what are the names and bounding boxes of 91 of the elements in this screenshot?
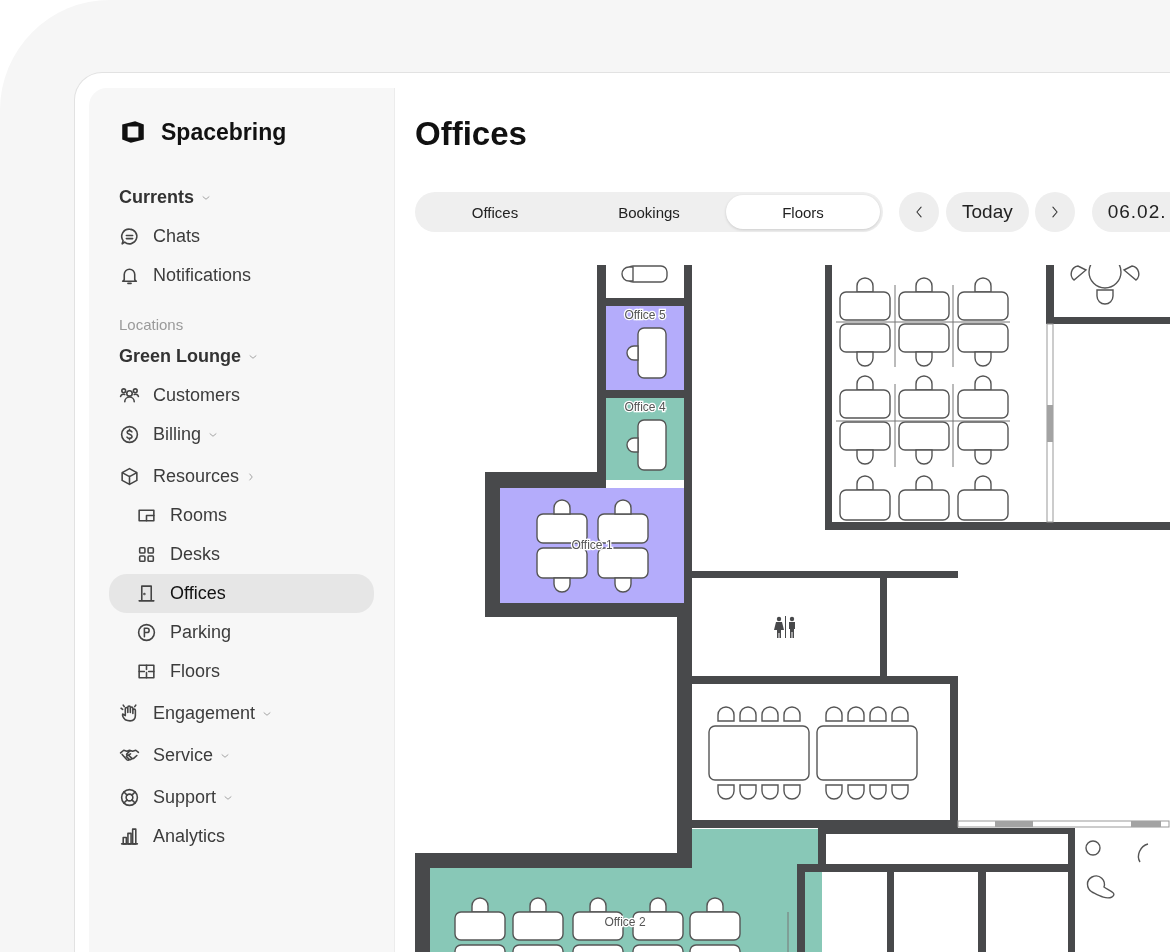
sidebar-item[interactable]: Support xyxy=(109,778,374,817)
office-label: Office 5 xyxy=(624,308,666,322)
logo-icon xyxy=(119,118,147,146)
sidebar-item[interactable]: Floors xyxy=(109,652,374,691)
chair xyxy=(739,706,757,722)
sidebar-item[interactable]: Green Lounge xyxy=(109,337,374,376)
tab[interactable]: Floors xyxy=(726,195,880,229)
chair xyxy=(856,277,874,293)
chair xyxy=(915,449,933,465)
restroom-icon xyxy=(774,616,795,638)
tab[interactable]: Bookings xyxy=(572,195,726,229)
sidebar-item[interactable]: Resources xyxy=(109,457,374,496)
sidebar-item[interactable]: Chats xyxy=(109,217,374,256)
chair xyxy=(706,897,724,913)
sidebar-item[interactable]: Analytics xyxy=(109,817,374,856)
chair xyxy=(717,784,735,800)
chair xyxy=(614,499,632,515)
chair xyxy=(783,784,801,800)
desk xyxy=(572,944,624,952)
chair xyxy=(974,351,992,367)
chair xyxy=(847,706,865,722)
chair xyxy=(869,706,887,722)
chair xyxy=(974,277,992,293)
chair xyxy=(856,351,874,367)
chair xyxy=(891,784,909,800)
chair xyxy=(915,277,933,293)
chair xyxy=(915,475,933,491)
chair xyxy=(1123,265,1140,281)
sidebar-item[interactable]: Offices xyxy=(109,574,374,613)
parking-icon xyxy=(136,622,157,643)
chair xyxy=(856,449,874,465)
chair xyxy=(891,706,909,722)
chair xyxy=(915,375,933,391)
chair xyxy=(974,449,992,465)
chair xyxy=(761,784,779,800)
tab[interactable]: Offices xyxy=(418,195,572,229)
section-label: Locations xyxy=(118,315,185,335)
chair xyxy=(649,897,667,913)
office-label: Office 4 xyxy=(624,400,666,414)
chair xyxy=(553,499,571,515)
desk xyxy=(632,944,684,952)
sidebar-item[interactable]: Parking xyxy=(109,613,374,652)
chair xyxy=(1070,265,1087,281)
sidebar-item[interactable]: Billing xyxy=(109,415,374,454)
chair xyxy=(856,375,874,391)
sidebar-item[interactable]: Notifications xyxy=(109,256,374,295)
chair xyxy=(626,345,639,361)
chair xyxy=(553,577,571,593)
chair xyxy=(783,706,801,722)
chair xyxy=(869,784,887,800)
dollar-icon xyxy=(119,424,140,445)
bar-chart-icon xyxy=(119,826,140,847)
sidebar-item[interactable]: Currents xyxy=(109,178,374,217)
chair xyxy=(529,897,547,913)
chair xyxy=(589,897,607,913)
desk xyxy=(689,944,741,952)
brand-name: Spacebring xyxy=(161,118,287,146)
chair xyxy=(974,375,992,391)
partition-line xyxy=(787,911,789,952)
chair xyxy=(761,706,779,722)
today-button[interactable]: Today xyxy=(946,192,1029,232)
chair xyxy=(717,706,735,722)
chair xyxy=(847,784,865,800)
page-title: Offices xyxy=(415,114,528,154)
desk xyxy=(512,944,564,952)
chair xyxy=(856,475,874,491)
chair xyxy=(915,351,933,367)
chair xyxy=(739,784,757,800)
chair xyxy=(626,437,639,453)
cube-icon xyxy=(119,466,140,487)
chat-icon xyxy=(119,226,140,247)
chair xyxy=(825,784,843,800)
chair xyxy=(614,577,632,593)
sidebar-item[interactable]: Customers xyxy=(109,376,374,415)
lifebuoy-icon xyxy=(119,787,140,808)
bell-icon xyxy=(119,265,140,286)
door-icon xyxy=(136,583,157,604)
sidebar-item[interactable]: Rooms xyxy=(109,496,374,535)
grid-icon xyxy=(136,544,157,565)
sidebar-item[interactable]: Desks xyxy=(109,535,374,574)
desk xyxy=(454,944,506,952)
office-label: Office 1 xyxy=(571,538,613,552)
sidebar-item[interactable]: Engagement xyxy=(109,694,374,733)
date-picker[interactable]: 06.02. xyxy=(1091,192,1170,232)
chair xyxy=(1096,289,1114,305)
chair xyxy=(974,475,992,491)
chair xyxy=(471,897,489,913)
floor-plan-icon xyxy=(136,661,157,682)
sidebar-item[interactable]: Service xyxy=(109,736,374,775)
chair xyxy=(825,706,843,722)
chair xyxy=(621,266,634,282)
